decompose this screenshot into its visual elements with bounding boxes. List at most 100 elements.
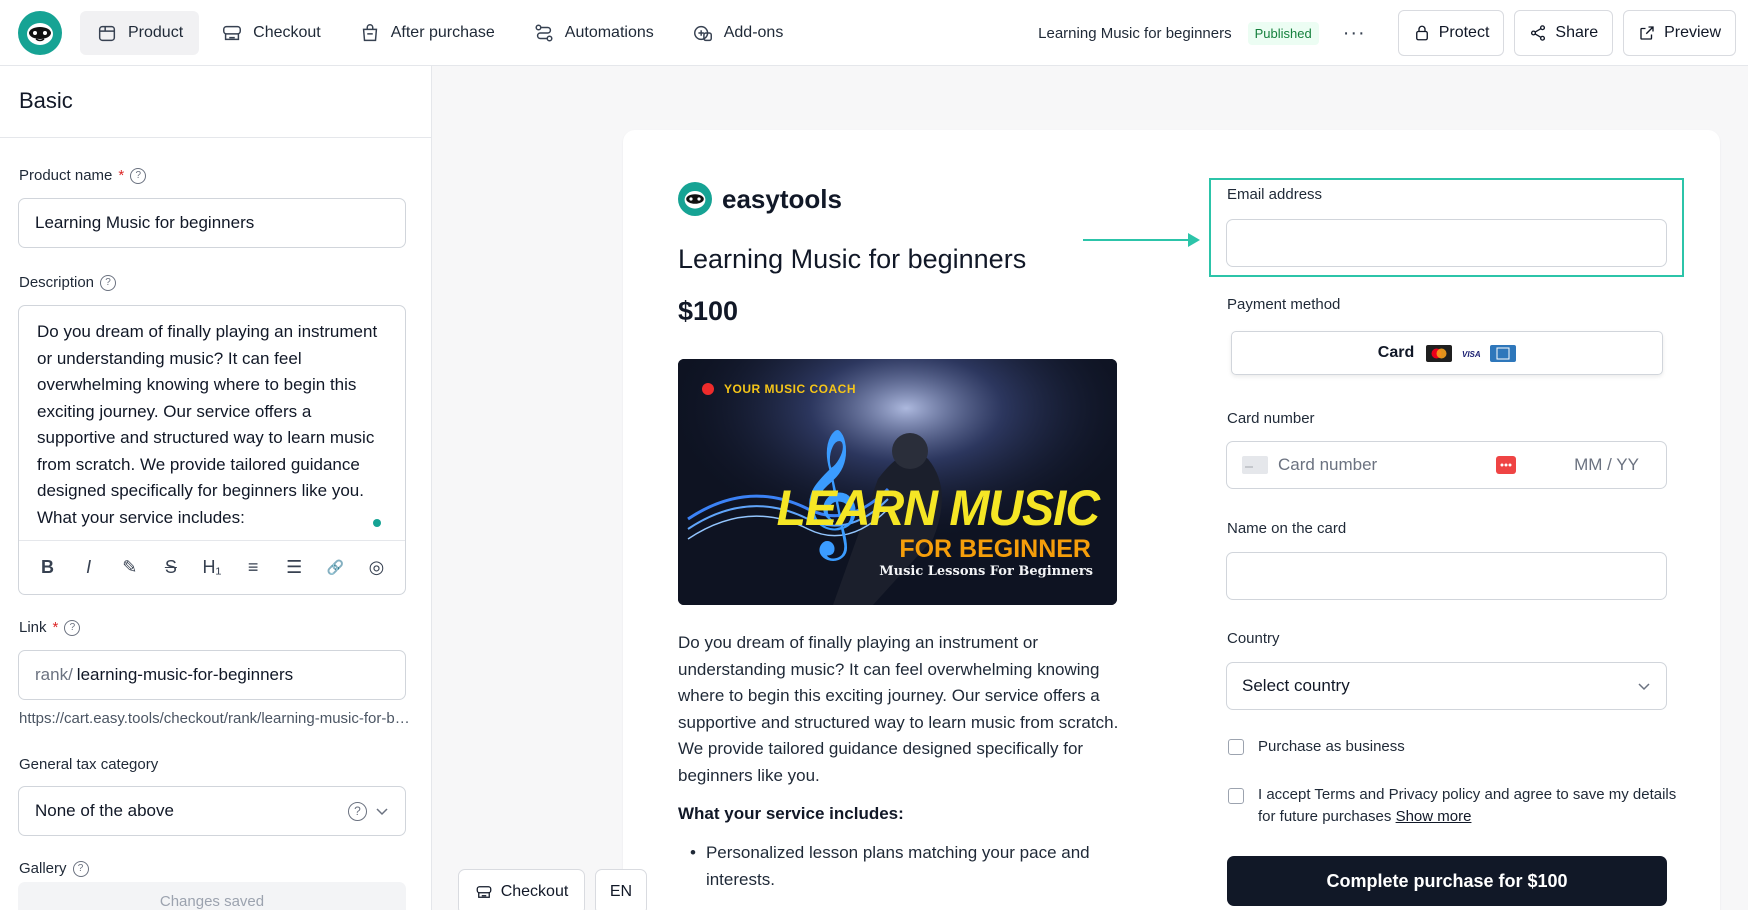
list-item: • Personalized lesson plans matching you… xyxy=(690,840,1130,893)
pointer-arrow-icon xyxy=(1083,233,1200,247)
checkout-icon xyxy=(223,25,242,40)
brand-logo-icon xyxy=(678,182,712,216)
card-number-label: Card number xyxy=(1227,410,1315,427)
hero-tag: YOUR MUSIC COACH xyxy=(724,382,857,396)
tax-label: General tax category xyxy=(19,756,159,773)
nav-product-label: Product xyxy=(128,23,184,41)
help-icon[interactable]: ? xyxy=(72,860,89,877)
expiry-placeholder[interactable]: MM / YY xyxy=(1574,455,1639,475)
hero-subheadline: FOR BEGINNER xyxy=(899,535,1091,563)
product-hero-image: 𝄞 YOUR MUSIC COACH LEARN MUSIC FOR BEGIN… xyxy=(678,359,1117,605)
more-menu-icon[interactable]: ··· xyxy=(1343,22,1366,45)
bullet-text: Personalized lesson plans matching your … xyxy=(705,843,1090,889)
payment-option-card[interactable]: Card VISA xyxy=(1231,331,1663,375)
preview-button[interactable]: Preview xyxy=(1623,10,1736,56)
nav-addons[interactable]: Add-ons xyxy=(676,11,800,55)
share-button[interactable]: Share xyxy=(1514,10,1614,56)
checkout-preview-toggle[interactable]: Checkout xyxy=(458,869,585,910)
email-field[interactable] xyxy=(1226,219,1667,267)
share-label: Share xyxy=(1555,24,1599,41)
preview-product-title: Learning Music for beginners xyxy=(678,244,1027,274)
main-nav: Product Checkout After purchase Automati… xyxy=(80,10,800,55)
chevron-down-icon xyxy=(1638,683,1650,691)
protect-label: Protect xyxy=(1438,24,1490,41)
top-actions: Learning Music for beginners Published ·… xyxy=(1038,0,1736,66)
section-title: Basic xyxy=(0,66,431,138)
hero-headline: LEARN MUSIC xyxy=(776,480,1100,537)
link-icon[interactable]: 🔗 xyxy=(319,559,351,576)
bold-icon[interactable]: B xyxy=(32,557,64,578)
card-error-icon xyxy=(1496,456,1517,474)
app-logo[interactable] xyxy=(18,10,62,55)
help-icon[interactable]: ? xyxy=(64,619,81,636)
highlight-icon[interactable]: ✎ xyxy=(114,557,146,578)
chevron-down-icon xyxy=(376,808,388,816)
hero-caption: Music Lessons For Beginners xyxy=(879,564,1093,579)
italic-icon[interactable]: I xyxy=(73,557,105,578)
help-icon[interactable]: ? xyxy=(348,801,367,821)
nav-automations[interactable]: Automations xyxy=(517,11,670,55)
full-url[interactable]: https://cart.easy.tools/checkout/rank/le… xyxy=(19,710,411,727)
nav-checkout-label: Checkout xyxy=(253,23,321,41)
ordered-list-icon[interactable]: ≡ xyxy=(237,557,269,578)
link-label-text: Link xyxy=(19,619,47,636)
brand: easytools xyxy=(678,182,842,216)
required-mark: * xyxy=(118,167,125,184)
link-input[interactable]: rank/ learning-music-for-beginners xyxy=(18,650,406,700)
nav-after-purchase[interactable]: After purchase xyxy=(343,11,511,55)
show-more-link[interactable]: Show more xyxy=(1396,808,1472,825)
changes-saved-button[interactable]: Changes saved xyxy=(18,882,406,910)
preview-price: $100 xyxy=(678,296,739,326)
nav-checkout[interactable]: Checkout xyxy=(205,11,337,55)
heading-icon[interactable]: H₁ xyxy=(196,557,228,578)
help-icon[interactable]: ? xyxy=(100,274,117,291)
business-checkbox-label: Purchase as business xyxy=(1258,738,1405,755)
amex-icon xyxy=(1490,344,1517,362)
external-link-icon xyxy=(1640,26,1654,40)
editor-toolbar: B I ✎ S H₁ ≡ ☰ 🔗 ◎ xyxy=(19,540,405,594)
nav-automations-label: Automations xyxy=(564,23,654,41)
gallery-label: Gallery ? xyxy=(19,860,89,877)
emoji-icon[interactable]: ◎ xyxy=(360,557,392,578)
required-mark: * xyxy=(52,619,59,636)
tax-select-value: None of the above xyxy=(35,801,174,820)
description-editor[interactable]: Do you dream of finally playing an instr… xyxy=(18,305,406,595)
product-name-label: Product name * ? xyxy=(19,167,147,184)
checkout-icon xyxy=(476,886,492,898)
description-label: Description ? xyxy=(19,274,117,291)
nav-addons-label: Add-ons xyxy=(723,23,784,41)
product-title-header: Learning Music for beginners xyxy=(1038,24,1232,42)
language-toggle[interactable]: EN xyxy=(595,869,647,910)
country-label: Country xyxy=(1227,630,1280,647)
checkout-toggle-label: Checkout xyxy=(500,883,569,900)
description-textarea[interactable]: Do you dream of finally playing an instr… xyxy=(19,306,405,534)
name-on-card-label: Name on the card xyxy=(1227,520,1347,537)
svg-text:VISA: VISA xyxy=(1462,350,1481,359)
help-icon[interactable]: ? xyxy=(130,167,147,184)
name-on-card-field[interactable] xyxy=(1226,552,1667,600)
bullet-list-icon[interactable]: ☰ xyxy=(278,557,310,578)
link-prefix: rank/ xyxy=(35,665,73,684)
protect-button[interactable]: Protect xyxy=(1397,10,1505,56)
business-checkbox[interactable] xyxy=(1228,739,1244,755)
product-name-input[interactable]: Learning Music for beginners xyxy=(18,198,406,248)
sloth-logo-icon xyxy=(27,22,53,45)
product-name-label-text: Product name xyxy=(19,167,113,184)
payment-method-label: Payment method xyxy=(1227,296,1341,313)
card-number-field[interactable]: Card number MM / YY xyxy=(1226,441,1667,489)
strikethrough-icon[interactable]: S xyxy=(155,557,187,578)
addons-icon xyxy=(693,25,712,41)
preview-description: Do you dream of finally playing an instr… xyxy=(678,633,1119,785)
country-select[interactable]: Select country xyxy=(1226,662,1667,710)
tax-select-icons: ? xyxy=(348,801,389,821)
country-select-value: Select country xyxy=(1242,676,1350,695)
complete-purchase-button[interactable]: Complete purchase for $100 xyxy=(1227,856,1667,906)
status-dot-icon xyxy=(373,519,381,527)
preview-label: Preview xyxy=(1664,24,1721,41)
nav-product[interactable]: Product xyxy=(80,10,200,55)
automation-icon xyxy=(535,23,553,42)
brand-name: easytools xyxy=(722,183,842,214)
terms-checkbox[interactable] xyxy=(1228,788,1244,804)
status-badge: Published xyxy=(1247,21,1319,45)
tax-select[interactable]: None of the above ? xyxy=(18,786,406,836)
